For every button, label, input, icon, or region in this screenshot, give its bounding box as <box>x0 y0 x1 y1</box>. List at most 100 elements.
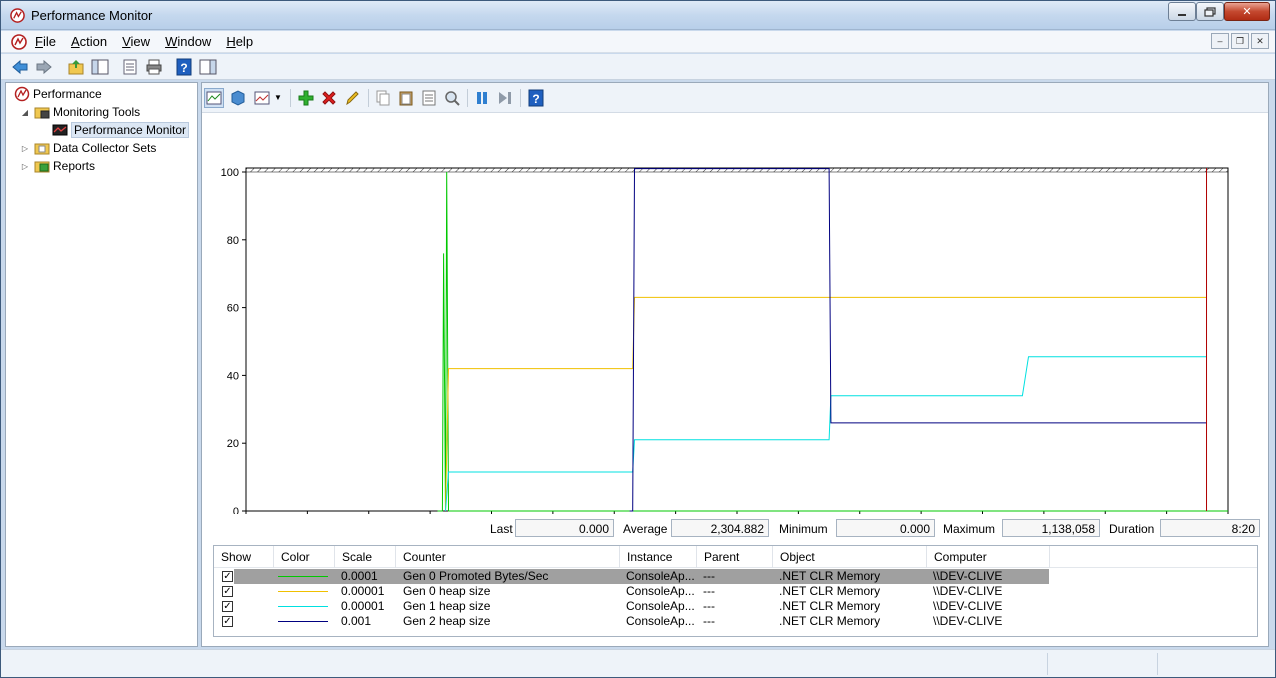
perfmon-node-icon <box>14 86 30 102</box>
maximize-button[interactable] <box>1196 2 1224 21</box>
menu-window[interactable]: Window <box>165 34 211 49</box>
close-icon: ✕ <box>1256 35 1264 46</box>
highlight-pencil-icon[interactable] <box>343 89 361 107</box>
maximum-label: Maximum <box>943 522 996 536</box>
perfmon-app-icon <box>10 8 25 23</box>
row-computer: \\DEV-CLIVE <box>933 569 1003 583</box>
minimize-button[interactable] <box>1168 2 1196 21</box>
row-parent: --- <box>703 599 715 613</box>
counter-row[interactable]: ✓ 0.0001 Gen 0 Promoted Bytes/Sec Consol… <box>214 569 1257 584</box>
zoom-magnifier-icon[interactable] <box>443 89 461 107</box>
update-data-step-icon[interactable] <box>496 89 514 107</box>
close-button[interactable]: ✕ <box>1224 2 1270 21</box>
change-graph-type-icon[interactable] <box>253 89 271 107</box>
child-restore-button[interactable]: ❐ <box>1231 33 1249 49</box>
row-scale: 0.00001 <box>341 584 385 598</box>
tree-item-data-collector-sets-label: Data Collector Sets <box>53 141 157 155</box>
col-show[interactable]: Show <box>214 546 274 568</box>
tree-item-data-collector-sets[interactable]: ▷ Data Collector Sets <box>20 139 156 157</box>
freeze-display-pause-icon[interactable] <box>473 89 491 107</box>
menu-action[interactable]: Action <box>71 34 107 49</box>
line-graph[interactable]: 020406080100 10:37:1310:37:4310:38:1310:… <box>202 114 1268 544</box>
help-icon[interactable]: ? <box>527 89 545 107</box>
tree-item-reports[interactable]: ▷ Reports <box>20 157 95 175</box>
color-swatch <box>278 576 328 577</box>
graph-type-dropdown-arrow[interactable]: ▼ <box>274 93 282 102</box>
minimize-icon <box>1178 13 1186 16</box>
color-swatch <box>278 591 328 592</box>
row-instance: ConsoleAp... <box>626 614 694 628</box>
add-counter-icon[interactable] <box>297 89 315 107</box>
col-color[interactable]: Color <box>274 546 335 568</box>
menu-view[interactable]: View <box>122 34 150 49</box>
row-computer: \\DEV-CLIVE <box>933 614 1003 628</box>
print-icon[interactable] <box>145 58 163 76</box>
row-object: .NET CLR Memory <box>779 569 881 583</box>
console-tree: Performance ◢ Monitoring Tools Performan… <box>5 82 198 647</box>
menu-view-accel: V <box>122 34 131 49</box>
paste-counter-list-icon[interactable] <box>397 89 415 107</box>
row-computer: \\DEV-CLIVE <box>933 584 1003 598</box>
show-action-pane-icon[interactable] <box>199 58 217 76</box>
properties-icon[interactable] <box>121 58 139 76</box>
col-object[interactable]: Object <box>773 546 927 568</box>
duration-label: Duration <box>1109 522 1155 536</box>
view-log-data-icon[interactable] <box>229 89 247 107</box>
grid-header: Show Color Scale Counter Instance Parent… <box>214 546 1257 568</box>
menu-file-label: ile <box>42 34 56 49</box>
window-title: Performance Monitor <box>31 8 153 23</box>
monitoring-folder-icon <box>34 107 50 119</box>
graph-toolbar: ▼ ? <box>202 83 1268 113</box>
y-axis-ticks: 0 20 40 60 80 100 <box>221 167 246 514</box>
show-hide-console-tree-icon[interactable] <box>91 58 109 76</box>
row-object: .NET CLR Memory <box>779 614 881 628</box>
row-instance: ConsoleAp... <box>626 569 694 583</box>
svg-text:?: ? <box>532 92 539 106</box>
child-close-button[interactable]: ✕ <box>1251 33 1269 49</box>
help-icon[interactable]: ? <box>175 58 193 76</box>
restore-icon: ❐ <box>1235 35 1245 46</box>
menu-action-accel: A <box>70 34 80 49</box>
back-arrow-icon[interactable] <box>11 58 29 76</box>
row-parent: --- <box>703 584 715 598</box>
reports-folder-icon <box>34 161 50 173</box>
svg-text:?: ? <box>180 61 187 75</box>
perfmon-system-menu-icon[interactable] <box>11 34 27 50</box>
row-instance: ConsoleAp... <box>626 599 694 613</box>
col-parent[interactable]: Parent <box>697 546 773 568</box>
counter-legend-grid: Show Color Scale Counter Instance Parent… <box>213 545 1258 637</box>
show-checkbox[interactable]: ✓ <box>222 616 233 627</box>
menu-help-accel: H <box>226 34 236 49</box>
counter-row[interactable]: ✓ 0.00001 Gen 1 heap size ConsoleAp... -… <box>214 599 1257 614</box>
view-current-activity-icon[interactable] <box>204 88 224 108</box>
col-scale[interactable]: Scale <box>335 546 396 568</box>
col-counter[interactable]: Counter <box>396 546 620 568</box>
menu-help[interactable]: Help <box>226 34 253 49</box>
col-instance[interactable]: Instance <box>620 546 697 568</box>
collapse-triangle-icon[interactable]: ◢ <box>20 108 30 117</box>
child-minimize-button[interactable]: – <box>1211 33 1229 49</box>
tree-item-performance-monitor[interactable]: Performance Monitor <box>52 121 190 139</box>
expand-triangle-icon[interactable]: ▷ <box>20 144 30 153</box>
menu-file-accel: F <box>35 34 43 49</box>
tree-item-monitoring-tools[interactable]: ◢ Monitoring Tools <box>20 103 140 121</box>
delete-counter-icon[interactable] <box>320 89 338 107</box>
show-checkbox[interactable]: ✓ <box>222 571 233 582</box>
performance-monitor-window: Performance Monitor ✕ File Action View W… <box>0 0 1276 678</box>
forward-arrow-icon[interactable] <box>35 58 53 76</box>
col-computer[interactable]: Computer <box>927 546 1050 568</box>
row-parent: --- <box>703 569 715 583</box>
up-folder-icon[interactable] <box>67 58 85 76</box>
show-checkbox[interactable]: ✓ <box>222 601 233 612</box>
copy-properties-icon[interactable] <box>374 89 392 107</box>
value-bar: Last 0.000 Average 2,304.882 Minimum 0.0… <box>202 517 1268 541</box>
y-tick-label: 100 <box>221 167 239 179</box>
show-checkbox[interactable]: ✓ <box>222 586 233 597</box>
counter-row[interactable]: ✓ 0.00001 Gen 0 heap size ConsoleAp... -… <box>214 584 1257 599</box>
properties-icon[interactable] <box>420 89 438 107</box>
counter-row[interactable]: ✓ 0.001 Gen 2 heap size ConsoleAp... ---… <box>214 614 1257 629</box>
menu-file[interactable]: File <box>35 34 56 49</box>
title-bar[interactable]: Performance Monitor ✕ <box>1 1 1275 30</box>
tree-item-performance[interactable]: Performance <box>14 85 102 103</box>
expand-triangle-icon[interactable]: ▷ <box>20 162 30 171</box>
